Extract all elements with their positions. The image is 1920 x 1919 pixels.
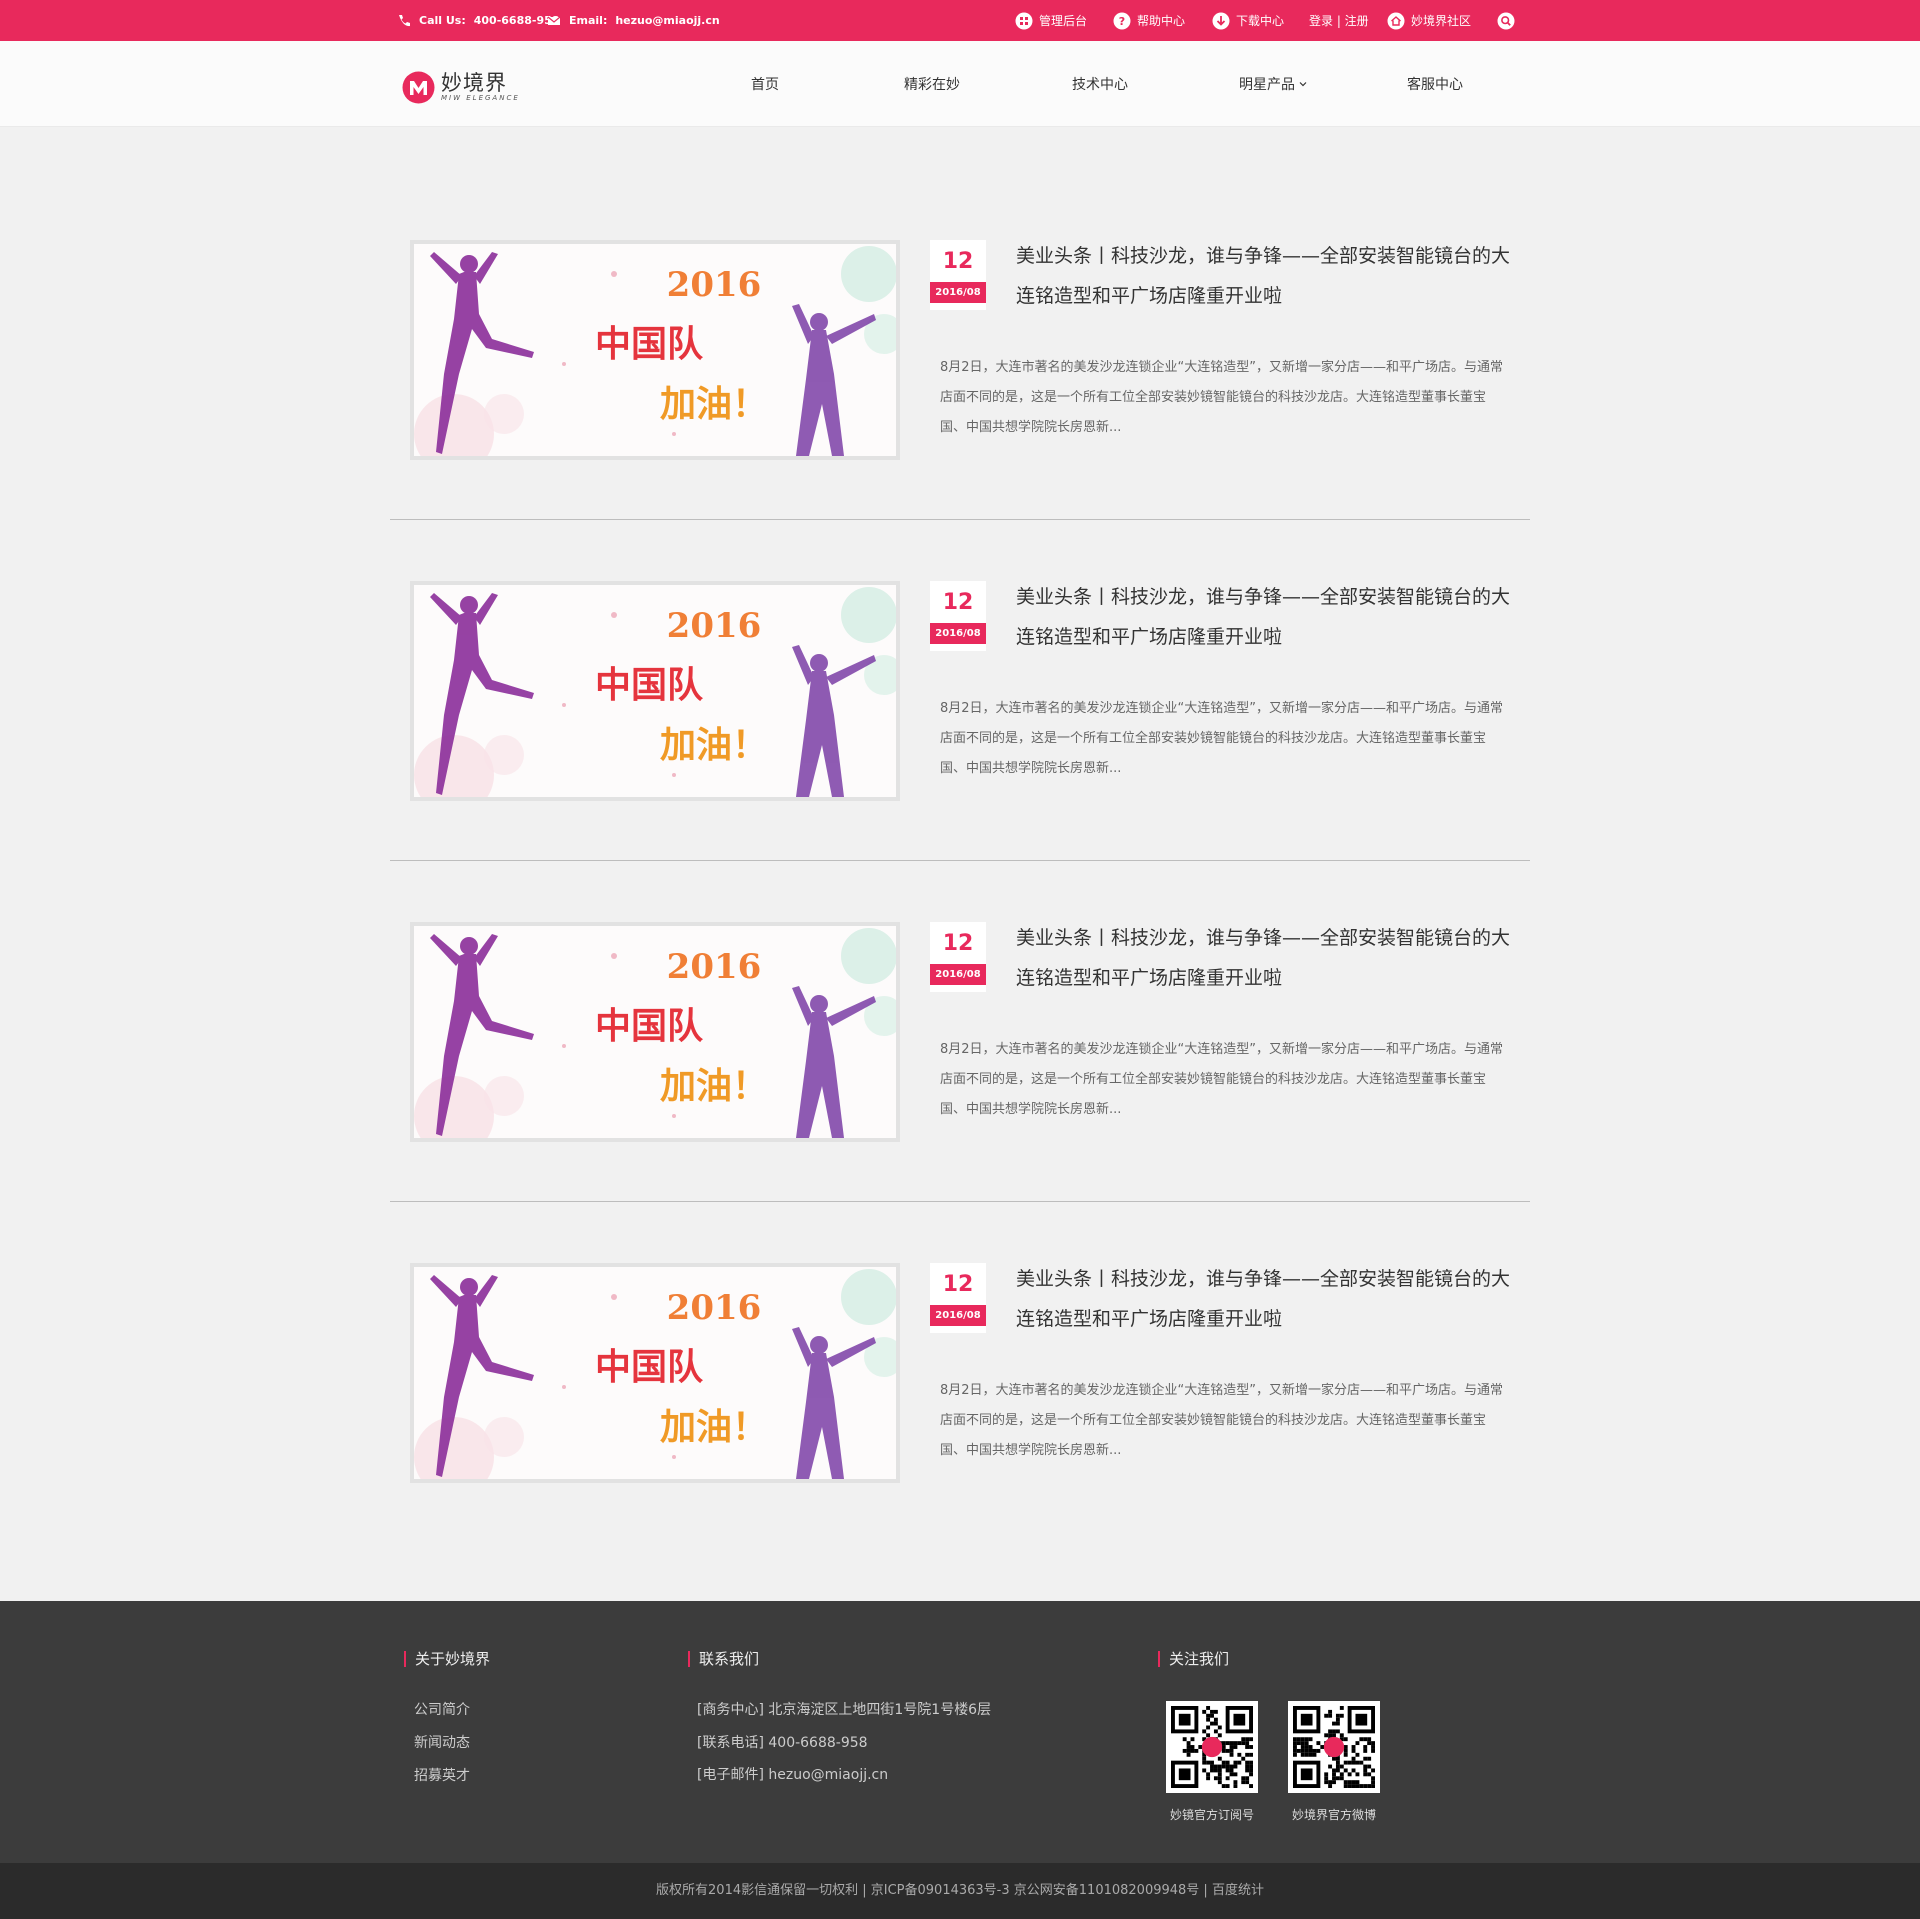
news-item: 2016 中国队 加油！ 12 2016/08 美业头条丨科技沙龙，谁与争锋——… [0,922,1920,1162]
download-icon [1212,12,1230,30]
date-year-month: 2016/08 [930,964,986,985]
olympic-cheer-image: 2016 中国队 加油！ [414,585,896,797]
footer-address: [商务中心] 北京海淀区上地四街1号院1号楼6层 [697,1702,992,1718]
footer-email: [电子邮件] hezuo@miaojj.cn [697,1767,889,1783]
svg-text:加油！: 加油！ [660,1065,768,1107]
footer-contact-title: 联系我们 [688,1651,759,1667]
svg-text:加油！: 加油！ [660,383,768,425]
date-year-month: 2016/08 [930,623,986,644]
date-day: 12 [942,249,974,274]
logo-mark-icon [402,71,435,103]
news-item: 2016 中国队 加油！ 12 2016/08 美业头条丨科技沙龙，谁与争锋——… [0,1263,1920,1503]
email-address[interactable]: hezuo@miaojj.cn [615,14,719,27]
help-icon: ? [1113,12,1131,30]
footer-about-title: 关于妙境界 [404,1651,490,1667]
help-link-label: 帮助中心 [1137,14,1186,28]
login-register-label: 登录 | 注册 [1309,14,1369,28]
news-summary: 8月2日，大连市著名的美发沙龙连锁企业“大连铭造型”，又新增一家分店——和平广场… [940,1042,1504,1117]
footer-phone: [联系电话] 400-6688-958 [697,1735,868,1751]
svg-text:加油！: 加油！ [660,724,768,766]
logo-text-en: MIW ELEGANCE [441,94,520,102]
date-year-month: 2016/08 [930,282,986,303]
qr-caption-weibo: 妙境界官方微博 [1291,1808,1376,1822]
grid-icon [1015,12,1033,30]
svg-text:2016: 2016 [667,606,762,646]
divider [390,860,1530,861]
home-icon [1387,12,1405,30]
nav-star-products[interactable]: 明星产品 [1239,41,1308,127]
community-link[interactable]: 妙境界社区 [1387,0,1471,41]
copyright-bar: 版权所有2014影信通保留一切权利 | 京ICP备09014363号-3 京公网… [0,1863,1920,1919]
news-item: 2016 中国队 加油！ 12 2016/08 美业头条丨科技沙龙，谁与争锋——… [0,240,1920,480]
date-day: 12 [942,1272,974,1297]
svg-text:中国队: 中国队 [595,323,704,365]
date-badge: 12 2016/08 [930,581,986,651]
date-day: 12 [942,590,974,615]
divider [390,519,1530,520]
qr-code-weibo [1288,1701,1380,1793]
news-title[interactable]: 美业头条丨科技沙龙，谁与争锋——全部安装智能镜台的大连铭造型和平广场店隆重开业啦 [1016,918,1510,998]
news-title[interactable]: 美业头条丨科技沙龙，谁与争锋——全部安装智能镜台的大连铭造型和平广场店隆重开业啦 [1016,236,1510,316]
chevron-down-icon [1299,82,1307,87]
call-info: Call Us: 400-6688-958 [395,0,559,41]
search-button[interactable] [1497,0,1515,41]
download-link-label: 下载中心 [1236,14,1285,28]
nav-tech-center[interactable]: 技术中心 [1072,41,1128,127]
svg-text:加油！: 加油！ [660,1406,768,1448]
svg-text:中国队: 中国队 [595,1005,704,1047]
svg-text:中国队: 中国队 [595,664,704,706]
main-header: 妙境界 MIW ELEGANCE 首页 精彩在妙 技术中心 明星产品 客服中心 [0,41,1920,127]
logo-text-cn: 妙境界 [441,71,507,95]
olympic-cheer-image: 2016 中国队 加油！ [414,1267,896,1479]
olympic-cheer-image: 2016 中国队 加油！ [414,244,896,456]
download-link[interactable]: 下载中心 [1212,0,1284,41]
search-icon [1497,12,1515,30]
top-bar: Call Us: 400-6688-958 Email: hezuo@miaoj… [0,0,1920,41]
news-summary: 8月2日，大连市著名的美发沙龙连锁企业“大连铭造型”，又新增一家分店——和平广场… [940,701,1504,776]
admin-link-label: 管理后台 [1039,14,1088,28]
news-title[interactable]: 美业头条丨科技沙龙，谁与争锋——全部安装智能镜台的大连铭造型和平广场店隆重开业啦 [1016,1259,1510,1339]
news-thumbnail[interactable]: 2016 中国队 加油！ [410,581,900,801]
date-badge: 12 2016/08 [930,922,986,992]
admin-link[interactable]: 管理后台 [1015,0,1087,41]
divider [390,1201,1530,1202]
footer-link-careers[interactable]: 招募英才 [414,1765,470,1785]
footer-link-company-intro[interactable]: 公司简介 [414,1699,470,1719]
nav-customer-service[interactable]: 客服中心 [1407,41,1463,127]
footer: 关于妙境界 公司简介 新闻动态 招募英才 联系我们 [商务中心] 北京海淀区上地… [0,1601,1920,1863]
svg-text:2016: 2016 [667,1288,762,1328]
help-link[interactable]: ? 帮助中心 [1113,0,1185,41]
news-summary: 8月2日，大连市著名的美发沙龙连锁企业“大连铭造型”，又新增一家分店——和平广场… [940,1383,1504,1458]
news-thumbnail[interactable]: 2016 中国队 加油！ [410,1263,900,1483]
community-link-label: 妙境界社区 [1411,14,1472,28]
email-info: Email: hezuo@miaojj.cn [545,0,720,41]
news-thumbnail[interactable]: 2016 中国队 加油！ [410,922,900,1142]
mail-icon [545,12,563,30]
date-badge: 12 2016/08 [930,240,986,310]
news-thumbnail[interactable]: 2016 中国队 加油！ [410,240,900,460]
svg-text:2016: 2016 [667,265,762,305]
news-summary: 8月2日，大连市著名的美发沙龙连锁企业“大连铭造型”，又新增一家分店——和平广场… [940,360,1504,435]
login-register-link[interactable]: 登录 | 注册 [1309,0,1369,41]
nav-star-products-label: 明星产品 [1239,77,1295,93]
phone-icon [395,12,413,30]
email-label: Email: [569,14,608,27]
nav-highlights[interactable]: 精彩在妙 [904,41,960,127]
news-title[interactable]: 美业头条丨科技沙龙，谁与争锋——全部安装智能镜台的大连铭造型和平广场店隆重开业啦 [1016,577,1510,657]
svg-text:中国队: 中国队 [595,1346,704,1388]
svg-text:?: ? [1119,15,1125,28]
footer-link-news[interactable]: 新闻动态 [414,1732,470,1752]
olympic-cheer-image: 2016 中国队 加油！ [414,926,896,1138]
footer-follow-title: 关注我们 [1158,1651,1229,1667]
call-label: Call Us: [419,14,466,27]
qr-caption-subscription: 妙镜官方订阅号 [1169,1808,1254,1822]
nav-home[interactable]: 首页 [751,41,779,127]
qr-code-subscription [1166,1701,1258,1793]
date-day: 12 [942,931,974,956]
svg-text:2016: 2016 [667,947,762,987]
news-item: 2016 中国队 加油！ 12 2016/08 美业头条丨科技沙龙，谁与争锋——… [0,581,1920,821]
date-year-month: 2016/08 [930,1305,986,1326]
date-badge: 12 2016/08 [930,1263,986,1333]
site-logo[interactable]: 妙境界 MIW ELEGANCE [402,69,520,105]
